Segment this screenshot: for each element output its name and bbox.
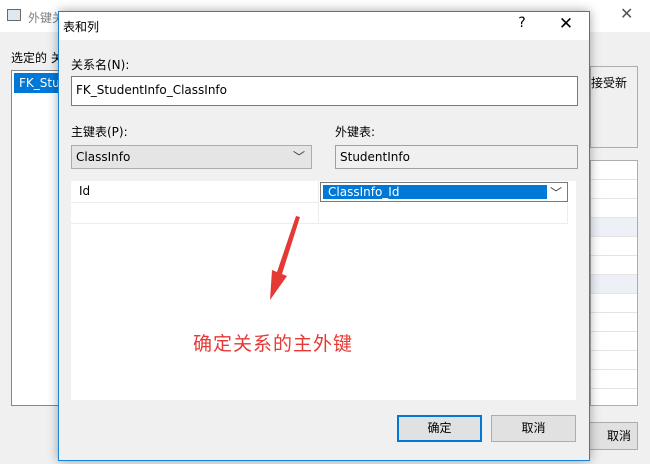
background-description-text: 接受新 (591, 76, 628, 90)
annotation-text: 确定关系的主外键 (193, 333, 354, 355)
background-property-grid[interactable] (590, 160, 638, 406)
chevron-down-icon: ﹀ (292, 150, 305, 164)
cancel-button[interactable]: 取消 (491, 415, 576, 442)
column-mapping-grid: Id ClassInfo_Id ﹀ (71, 181, 576, 400)
relationship-name-input[interactable]: FK_StudentInfo_ClassInfo (71, 76, 578, 106)
relationship-name-label: 关系名(N): (71, 58, 130, 72)
dialog-titlebar: 表和列 ? ✕ (59, 12, 589, 40)
relationship-list-item[interactable]: FK_Stud (14, 73, 64, 93)
chevron-down-icon: ﹀ (549, 186, 562, 200)
primary-table-label: 主键表(P): (71, 125, 128, 139)
relationship-list[interactable]: FK_Stud (11, 70, 65, 406)
primary-table-value: ClassInfo (76, 150, 131, 164)
help-icon[interactable]: ? (514, 15, 530, 31)
annotation-arrow (270, 216, 300, 300)
foreign-key-column-select[interactable]: ClassInfo_Id ﹀ (320, 182, 568, 202)
close-icon[interactable]: ✕ (557, 14, 575, 34)
background-close-icon[interactable]: ✕ (620, 6, 636, 22)
ok-button[interactable]: 确定 (397, 415, 482, 442)
selected-relationship-label: 选定的 关 (11, 51, 63, 65)
primary-table-select[interactable]: ClassInfo ﹀ (71, 145, 312, 169)
empty-foreign-cell[interactable] (319, 203, 568, 224)
foreign-table-label: 外键表: (335, 125, 376, 139)
foreign-key-column-value: ClassInfo_Id (323, 185, 547, 199)
dialog-title: 表和列 (63, 20, 100, 34)
background-cancel-button[interactable]: 取消 (586, 422, 638, 450)
primary-key-column-cell[interactable]: Id (71, 181, 319, 203)
tables-and-columns-dialog: 表和列 ? ✕ 关系名(N): FK_StudentInfo_ClassInfo… (58, 11, 590, 461)
window-app-icon (7, 9, 21, 21)
foreign-table-field: StudentInfo (335, 145, 578, 169)
